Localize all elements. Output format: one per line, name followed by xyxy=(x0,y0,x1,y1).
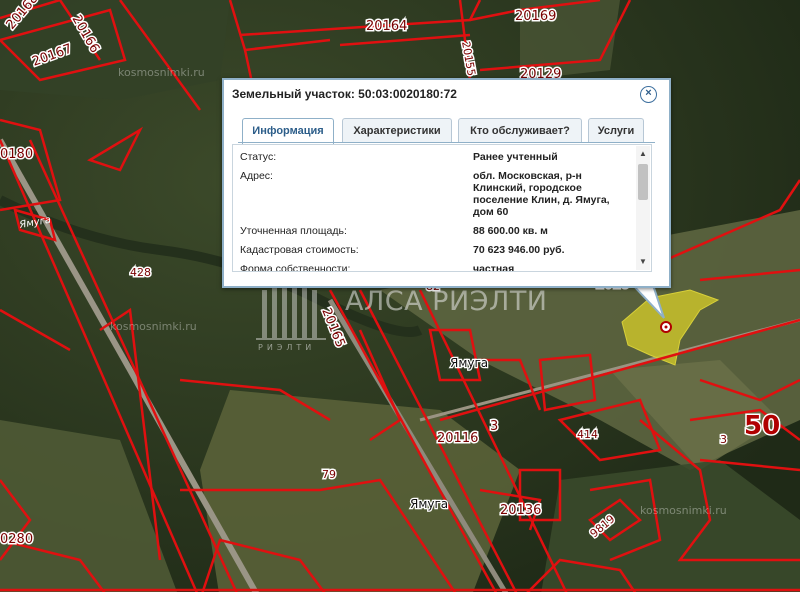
row-label: Адрес: xyxy=(240,170,273,182)
close-icon: × xyxy=(645,87,652,99)
row-label: Уточненная площадь: xyxy=(240,225,347,237)
parcel-info-popup: Земельный участок: 50:03:0020180:72 × Ин… xyxy=(222,78,671,288)
watermark: kosmosnimki.ru xyxy=(118,66,205,79)
parcel-label: 0280 xyxy=(0,532,33,547)
parcel-label: 428 xyxy=(130,266,151,279)
close-button[interactable]: × xyxy=(640,86,657,103)
parcel-label: 20116 xyxy=(437,431,478,446)
row-value: частная xyxy=(473,263,515,272)
row-value: Ранее учтенный xyxy=(473,151,558,163)
parcel-label: 3 xyxy=(720,433,727,446)
parcel-label: 20164 xyxy=(366,19,407,34)
row-label: Форма собственности: xyxy=(240,263,351,272)
row-value: 70 623 946.00 руб. xyxy=(473,244,565,256)
place-label: Ямуга xyxy=(450,356,488,370)
scroll-thumb[interactable] xyxy=(638,164,648,200)
info-panel: Статус: Ранее учтенный Адрес: обл. Моско… xyxy=(232,144,652,272)
tab-services[interactable]: Услуги xyxy=(588,118,644,142)
parcel-label: 414 xyxy=(577,428,598,441)
tab-characteristics[interactable]: Характеристики xyxy=(342,118,452,142)
watermark: kosmosnimki.ru xyxy=(640,504,727,517)
tab-who-serves[interactable]: Кто обслуживает? xyxy=(458,118,582,142)
popup-title: Земельный участок: 50:03:0020180:72 xyxy=(232,87,457,101)
parcel-label: 20136 xyxy=(500,503,541,518)
bottom-strip xyxy=(0,592,800,600)
parcel-label: 50 xyxy=(744,411,780,441)
parcel-label: 20169 xyxy=(515,9,556,24)
scroll-down-icon[interactable]: ▼ xyxy=(636,256,650,268)
tab-info[interactable]: Информация xyxy=(242,118,334,144)
parcel-label: 0180 xyxy=(0,147,33,162)
parcel-label: 79 xyxy=(322,468,336,481)
place-label: Ямуга xyxy=(410,497,448,511)
brand-name: АЛСА РИЭЛТИ xyxy=(345,286,548,317)
tab-divider xyxy=(238,142,655,143)
parcel-label: 3 xyxy=(490,419,498,434)
brand-sub: РИЭЛТИ xyxy=(258,343,315,352)
row-value: 88 600.00 кв. м xyxy=(473,225,548,237)
info-scrollbar[interactable]: ▲ ▼ xyxy=(636,146,650,270)
watermark: kosmosnimki.ru xyxy=(110,320,197,333)
row-label: Кадастровая стоимость: xyxy=(240,244,359,256)
row-value: обл. Московская, р-н Клинский, городское… xyxy=(473,170,610,218)
row-label: Статус: xyxy=(240,151,277,163)
scroll-up-icon[interactable]: ▲ xyxy=(636,148,650,160)
